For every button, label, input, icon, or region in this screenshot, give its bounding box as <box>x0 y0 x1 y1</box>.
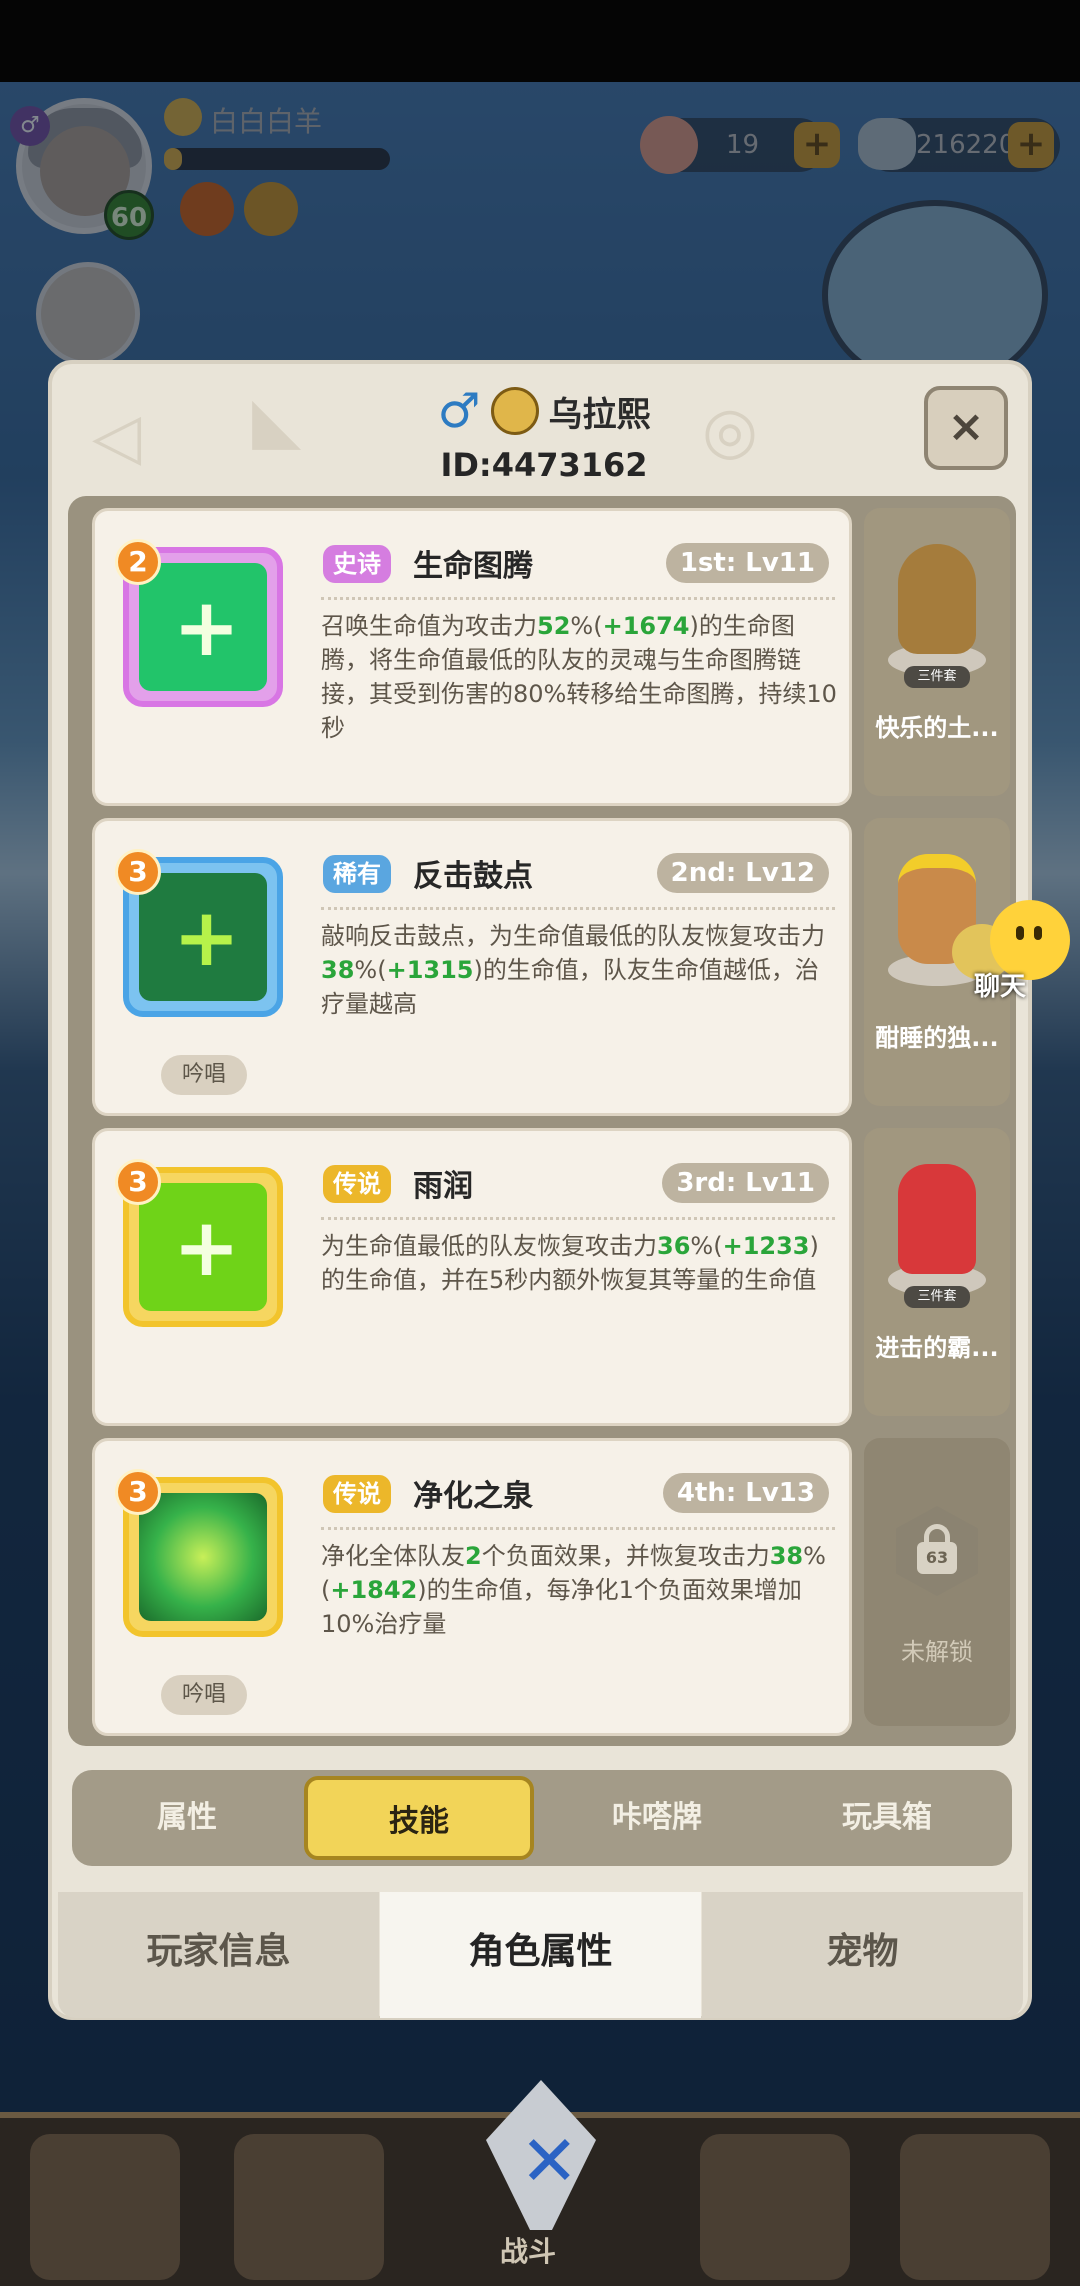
chant-tag: 吟唱 <box>161 1675 247 1715</box>
skill-description: 为生命值最低的队友恢复攻击力36%(+1233)的生命值，并在5秒内额外恢复其等… <box>321 1232 819 1294</box>
tab-skills[interactable]: 技能 <box>304 1776 534 1860</box>
skill-card[interactable]: + 3 稀有 反击鼓点 2nd: Lv12 敲响反击鼓点，为生命值最低的队友恢复… <box>92 818 852 1116</box>
chat-eye <box>1016 926 1024 940</box>
dialog-title: ♂ 乌拉熙 <box>52 386 1036 446</box>
rarity-tag: 史诗 <box>323 545 391 583</box>
skill-slot-level: 4th: Lv13 <box>662 1473 829 1513</box>
skill-level-badge: 3 <box>115 1159 161 1205</box>
skill-description: 净化全体队友2个负面效果，并恢复攻击力38%(+1842)的生命值，每净化1个负… <box>321 1542 826 1638</box>
skill-slot-level: 3rd: Lv11 <box>662 1163 829 1203</box>
toy-name: 快乐的土... <box>875 714 999 742</box>
divider <box>321 1527 835 1530</box>
spring-icon <box>139 1493 267 1621</box>
skill-description: 敲响反击鼓点，为生命值最低的队友恢复攻击力38%(+1315)的生命值，队友生命… <box>321 922 825 1018</box>
divider <box>321 597 835 600</box>
toy-name: 酣睡的独... <box>875 1024 999 1052</box>
toy-slot[interactable]: 三件套 快乐的土... <box>864 508 1010 796</box>
skill-level-badge: 3 <box>115 1469 161 1515</box>
chat-label[interactable]: 聊天 <box>974 966 1026 1003</box>
skill-slot-level: 2nd: Lv12 <box>656 853 829 893</box>
divider <box>321 907 835 910</box>
nav-character-icon[interactable] <box>30 2134 180 2280</box>
totem-icon: + <box>139 563 267 691</box>
nav-guild-icon[interactable] <box>900 2134 1050 2280</box>
nav-battle-label[interactable]: 战斗 <box>500 2230 556 2270</box>
skill-card[interactable]: 3 传说 净化之泉 4th: Lv13 净化全体队友2个负面效果，并恢复攻击力3… <box>92 1438 852 1736</box>
lock-badge: 63 <box>896 1506 978 1596</box>
skill-name: 净化之泉 <box>413 1479 533 1514</box>
tab-toybox[interactable]: 玩具箱 <box>772 1770 1002 1866</box>
character-info-dialog: ◁ ◣ ◎ ♂ 乌拉熙 ID:4473162 × + 2 史诗 生命图腾 1st… <box>48 360 1032 2020</box>
chant-tag: 吟唱 <box>161 1055 247 1095</box>
main-tab-bar: 玩家信息 角色属性 宠物 <box>58 1892 1023 2018</box>
locked-label: 未解锁 <box>901 1638 973 1666</box>
skill-description: 召唤生命值为攻击力52%(+1674)的生命图腾，将生命值最低的队友的灵魂与生命… <box>321 612 837 742</box>
toy-name: 进击的霸... <box>875 1334 999 1362</box>
skill-card[interactable]: + 2 史诗 生命图腾 1st: Lv11 召唤生命值为攻击力52%(+1674… <box>92 508 852 806</box>
tab-player-info[interactable]: 玩家信息 <box>58 1892 379 2018</box>
rarity-tag: 传说 <box>323 1475 391 1513</box>
tab-pets[interactable]: 宠物 <box>702 1892 1023 2018</box>
skill-name: 雨润 <box>413 1169 473 1204</box>
rarity-tag: 传说 <box>323 1165 391 1203</box>
skill-card[interactable]: + 3 传说 雨润 3rd: Lv11 为生命值最低的队友恢复攻击力36%(+1… <box>92 1128 852 1426</box>
toy-set-tag: 三件套 <box>904 666 970 688</box>
skill-level-badge: 3 <box>115 849 161 895</box>
tab-character-attributes[interactable]: 角色属性 <box>380 1892 701 2018</box>
locked-toy-slot[interactable]: 63 未解锁 <box>864 1438 1010 1726</box>
close-button[interactable]: × <box>924 386 1008 470</box>
divider <box>321 1217 835 1220</box>
chat-eye <box>1034 926 1042 940</box>
toy-slot[interactable]: 三件套 进击的霸... <box>864 1128 1010 1416</box>
monkey-toy-icon <box>898 544 976 654</box>
skill-name: 反击鼓点 <box>413 859 533 894</box>
skill-list[interactable]: + 2 史诗 生命图腾 1st: Lv11 召唤生命值为攻击力52%(+1674… <box>68 496 1016 1746</box>
unlock-level: 63 <box>917 1542 957 1574</box>
drum-icon: + <box>139 873 267 1001</box>
tab-cards[interactable]: 咔嗒牌 <box>542 1770 772 1866</box>
sub-tab-bar: 属性 技能 咔嗒牌 玩具箱 <box>72 1770 1012 1866</box>
battle-cross-icon: ✕ <box>520 2120 579 2202</box>
character-id: ID:4473162 <box>440 446 648 484</box>
male-icon: ♂ <box>437 383 481 439</box>
rarity-tag: 稀有 <box>323 855 391 893</box>
skill-level-badge: 2 <box>115 539 161 585</box>
rain-heal-icon: + <box>139 1183 267 1311</box>
character-name: 乌拉熙 <box>548 394 651 435</box>
nav-hero-icon[interactable] <box>234 2134 384 2280</box>
skill-name: 生命图腾 <box>413 549 533 584</box>
toy-set-tag: 三件套 <box>904 1286 970 1308</box>
skill-slot-level: 1st: Lv11 <box>665 543 829 583</box>
nav-pet-icon[interactable] <box>700 2134 850 2280</box>
status-bar <box>0 0 1080 82</box>
character-emoji-icon <box>490 387 539 435</box>
tab-attributes[interactable]: 属性 <box>72 1770 302 1866</box>
dragon-toy-icon <box>898 1164 976 1274</box>
